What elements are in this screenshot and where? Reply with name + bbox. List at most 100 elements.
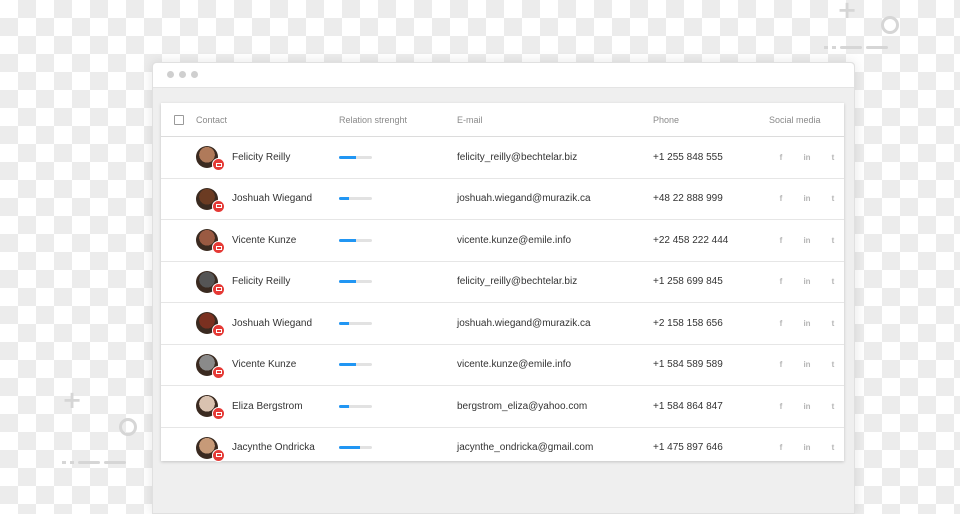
relation-strength xyxy=(339,220,372,261)
table-header: Contact Relation strenght E-mail Phone S… xyxy=(161,103,844,137)
facebook-icon[interactable]: f xyxy=(768,402,794,411)
contact-email[interactable]: bergstrom_eliza@yahoo.com xyxy=(457,386,587,427)
window-dot-icon[interactable] xyxy=(167,71,174,78)
select-all-checkbox[interactable] xyxy=(174,114,184,125)
table-row[interactable]: Joshuah Wiegand joshuah.wiegand@murazik.… xyxy=(161,179,846,220)
header-phone[interactable]: Phone xyxy=(653,103,679,136)
facebook-icon[interactable]: f xyxy=(768,153,794,162)
header-relation[interactable]: Relation strenght xyxy=(339,103,407,136)
table-row[interactable]: Eliza Bergstrom bergstrom_eliza@yahoo.co… xyxy=(161,386,844,428)
dash-decoration xyxy=(824,46,888,49)
contact-email[interactable]: vicente.kunze@emile.info xyxy=(457,220,571,261)
linkedin-icon[interactable]: in xyxy=(794,236,820,245)
contact-phone[interactable]: +22 458 222 444 xyxy=(653,220,728,261)
relation-bar-fill xyxy=(339,280,356,284)
mail-badge-icon[interactable] xyxy=(212,199,225,213)
table-row[interactable]: Felicity Reilly felicity_reilly@bechtela… xyxy=(161,262,846,303)
table-row[interactable]: Jacynthe Ondricka jacynthe_ondricka@gmai… xyxy=(161,428,844,469)
table-row[interactable]: Felicity Reilly felicity_reilly@bechtela… xyxy=(161,137,844,179)
relation-strength xyxy=(339,179,372,220)
linkedin-icon[interactable]: in xyxy=(794,443,820,452)
mail-badge-icon[interactable] xyxy=(212,158,225,172)
facebook-icon[interactable]: f xyxy=(768,319,794,328)
social-links: f in t xyxy=(768,179,846,220)
contact-name[interactable]: Felicity Reilly xyxy=(232,262,290,303)
table-body: Felicity Reilly felicity_reilly@bechtela… xyxy=(161,137,844,468)
twitter-icon[interactable]: t xyxy=(820,443,846,452)
window-dot-icon[interactable] xyxy=(191,71,198,78)
contacts-table: Contact Relation strenght E-mail Phone S… xyxy=(161,103,844,462)
twitter-icon[interactable]: t xyxy=(820,194,846,203)
relation-bar xyxy=(339,321,372,325)
mail-badge-icon[interactable] xyxy=(212,365,225,379)
contact-phone[interactable]: +1 255 848 555 xyxy=(653,137,723,178)
contact-name[interactable]: Vicente Kunze xyxy=(232,220,296,261)
table-row[interactable]: Vicente Kunze vicente.kunze@emile.info +… xyxy=(161,345,846,386)
header-email[interactable]: E-mail xyxy=(457,103,483,136)
relation-bar-fill xyxy=(339,155,356,159)
relation-bar xyxy=(339,238,372,242)
social-links: f in t xyxy=(768,386,846,427)
relation-strength xyxy=(339,428,372,469)
contact-name[interactable]: Eliza Bergstrom xyxy=(232,386,303,427)
twitter-icon[interactable]: t xyxy=(820,319,846,328)
facebook-icon[interactable]: f xyxy=(768,443,794,452)
linkedin-icon[interactable]: in xyxy=(794,277,820,286)
contact-email[interactable]: felicity_reilly@bechtelar.biz xyxy=(457,137,577,178)
relation-bar-fill xyxy=(339,238,356,242)
contact-name[interactable]: Joshuah Wiegand xyxy=(232,179,312,220)
mail-badge-icon[interactable] xyxy=(212,282,225,296)
relation-bar-fill xyxy=(339,321,349,325)
facebook-icon[interactable]: f xyxy=(768,236,794,245)
contact-email[interactable]: joshuah.wiegand@murazik.ca xyxy=(457,179,591,220)
linkedin-icon[interactable]: in xyxy=(794,402,820,411)
table-row[interactable]: Vicente Kunze vicente.kunze@emile.info +… xyxy=(161,220,844,262)
contact-email[interactable]: vicente.kunze@emile.info xyxy=(457,345,571,386)
plus-decoration: + xyxy=(837,0,858,24)
header-social[interactable]: Social media xyxy=(769,103,821,136)
window-dot-icon[interactable] xyxy=(179,71,186,78)
plus-decoration: + xyxy=(62,386,83,414)
relation-bar-fill xyxy=(339,404,349,408)
header-contact[interactable]: Contact xyxy=(196,103,227,136)
facebook-icon[interactable]: f xyxy=(768,194,794,203)
relation-bar xyxy=(339,404,372,408)
mail-badge-icon[interactable] xyxy=(212,407,225,421)
table-row[interactable]: Joshuah Wiegand joshuah.wiegand@murazik.… xyxy=(161,303,844,345)
linkedin-icon[interactable]: in xyxy=(794,360,820,369)
twitter-icon[interactable]: t xyxy=(820,277,846,286)
contact-name[interactable]: Vicente Kunze xyxy=(232,345,296,386)
contact-name[interactable]: Joshuah Wiegand xyxy=(232,303,312,344)
mail-badge-icon[interactable] xyxy=(212,324,225,338)
twitter-icon[interactable]: t xyxy=(820,236,846,245)
relation-bar-fill xyxy=(339,197,349,201)
contact-phone[interactable]: +1 584 589 589 xyxy=(653,345,723,386)
social-links: f in t xyxy=(768,220,846,261)
contact-phone[interactable]: +1 475 897 646 xyxy=(653,428,723,469)
linkedin-icon[interactable]: in xyxy=(794,153,820,162)
linkedin-icon[interactable]: in xyxy=(794,319,820,328)
window-controls xyxy=(167,71,198,78)
contact-name[interactable]: Jacynthe Ondricka xyxy=(232,428,315,469)
relation-bar xyxy=(339,446,372,450)
twitter-icon[interactable]: t xyxy=(820,402,846,411)
contact-phone[interactable]: +48 22 888 999 xyxy=(653,179,723,220)
contact-email[interactable]: jacynthe_ondricka@gmail.com xyxy=(457,428,593,469)
relation-bar-fill xyxy=(339,446,361,450)
linkedin-icon[interactable]: in xyxy=(794,194,820,203)
mail-badge-icon[interactable] xyxy=(212,241,225,255)
contact-email[interactable]: felicity_reilly@bechtelar.biz xyxy=(457,262,577,303)
contact-email[interactable]: joshuah.wiegand@murazik.ca xyxy=(457,303,591,344)
social-links: f in t xyxy=(768,428,846,469)
contact-phone[interactable]: +1 258 699 845 xyxy=(653,262,723,303)
contact-phone[interactable]: +1 584 864 847 xyxy=(653,386,723,427)
ring-decoration xyxy=(119,418,137,436)
facebook-icon[interactable]: f xyxy=(768,277,794,286)
contact-phone[interactable]: +2 158 158 656 xyxy=(653,303,723,344)
contact-name[interactable]: Felicity Reilly xyxy=(232,137,290,178)
select-all-checkbox-cell[interactable] xyxy=(174,103,184,136)
twitter-icon[interactable]: t xyxy=(820,360,846,369)
mail-badge-icon[interactable] xyxy=(212,448,225,462)
twitter-icon[interactable]: t xyxy=(820,153,846,162)
facebook-icon[interactable]: f xyxy=(768,360,794,369)
